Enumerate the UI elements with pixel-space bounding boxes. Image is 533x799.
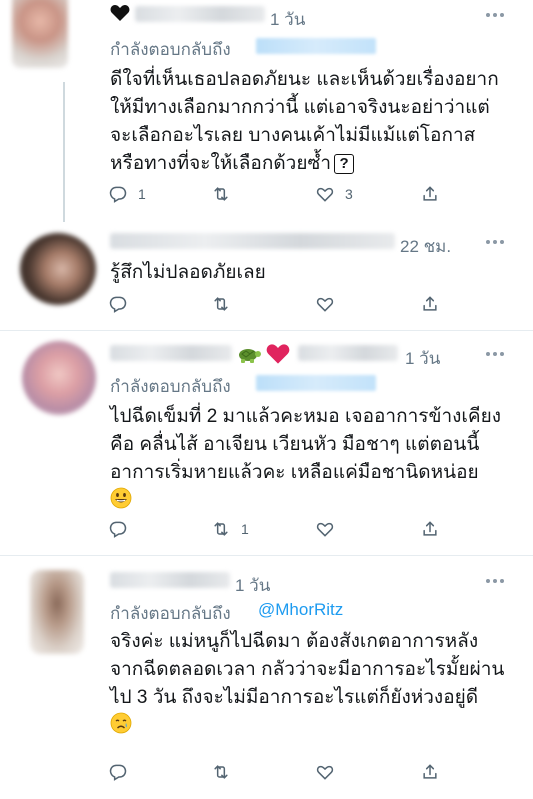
tweet-time[interactable]: 22 ชม.: [400, 233, 451, 260]
like-icon: [316, 297, 334, 312]
more-icon[interactable]: [486, 239, 506, 245]
tweet-time[interactable]: 1 วัน: [405, 345, 440, 372]
like-icon: [316, 187, 334, 202]
tweet[interactable]: 1 วัน กำลังตอบกลับถึง ไปฉีดเข็มที่ 2 มาแ…: [0, 331, 533, 555]
tweet-actions: 1 3: [108, 184, 448, 206]
retweet-icon: [214, 522, 228, 536]
like-icon: [316, 522, 334, 537]
more-icon[interactable]: [486, 578, 506, 584]
reply-icon: [109, 186, 127, 203]
display-name[interactable]: [135, 6, 265, 22]
share-button[interactable]: [420, 519, 440, 541]
like-button[interactable]: [315, 294, 335, 316]
share-button[interactable]: [420, 294, 440, 316]
tweet-actions: [108, 294, 448, 316]
more-icon[interactable]: [486, 351, 506, 357]
like-button[interactable]: 3: [315, 184, 353, 206]
avatar[interactable]: [22, 341, 96, 415]
share-icon: [423, 764, 437, 779]
reply-button[interactable]: [108, 519, 128, 541]
reply-button[interactable]: [108, 294, 128, 316]
retweet-button[interactable]: [211, 762, 231, 784]
retweet-count: 1: [241, 521, 249, 537]
like-button[interactable]: [315, 762, 335, 784]
tweet[interactable]: 1 วัน กำลังตอบกลับถึง ดีใจที่เห็นเธอปลอด…: [0, 0, 533, 225]
red-heart-icon: [266, 343, 290, 370]
display-name[interactable]: [110, 345, 232, 361]
reply-to-label: กำลังตอบกลับถึง: [110, 604, 231, 623]
tweet-body: จริงค่ะ แม่หนูก็ไปฉีดมา ต้องสังเกตอาการห…: [110, 628, 505, 743]
display-name[interactable]: [110, 233, 395, 249]
display-name[interactable]: [110, 572, 230, 588]
reply-to-mention[interactable]: [256, 375, 376, 391]
retweet-button[interactable]: [211, 294, 231, 316]
retweet-icon: [214, 297, 228, 311]
tweet[interactable]: 1 วัน กำลังตอบกลับถึง @MhorRitz จริงค่ะ …: [0, 556, 533, 799]
share-icon: [423, 521, 437, 536]
reply-icon: [109, 296, 127, 313]
retweet-button[interactable]: 1: [211, 519, 249, 541]
tweet-time[interactable]: 1 วัน: [270, 6, 305, 33]
like-button[interactable]: [315, 519, 335, 541]
reply-to-label: กำลังตอบกลับถึง: [110, 377, 231, 396]
share-icon: [423, 296, 437, 311]
question-box-icon: ?: [334, 153, 355, 174]
reply-to-mention[interactable]: @MhorRitz: [258, 600, 343, 620]
share-icon: [423, 186, 437, 201]
reply-to-label: กำลังตอบกลับถึง: [110, 40, 231, 59]
retweet-icon: [214, 765, 228, 779]
reply-button[interactable]: [108, 762, 128, 784]
grinning-face-icon: [110, 487, 132, 518]
avatar[interactable]: [20, 233, 96, 305]
more-icon[interactable]: [486, 12, 506, 18]
tweet-body: ดีใจที่เห็นเธอปลอดภัยนะ และเห็นด้วยเรื่อ…: [110, 69, 499, 174]
tweet-actions: 1: [108, 519, 448, 541]
tweet-actions: [108, 762, 448, 784]
reply-to-mention[interactable]: [256, 38, 376, 54]
like-icon: [316, 765, 334, 780]
reply-button[interactable]: 1: [108, 184, 146, 206]
black-heart-icon: [110, 4, 130, 27]
share-button[interactable]: [420, 762, 440, 784]
avatar[interactable]: [12, 0, 68, 68]
reply-icon: [109, 764, 127, 781]
crying-face-icon: [110, 712, 132, 743]
avatar[interactable]: [30, 570, 84, 654]
tweet-time[interactable]: 1 วัน: [235, 572, 270, 599]
thread-line: [63, 82, 65, 222]
turtle-icon: [236, 343, 262, 370]
tweet-body: รู้สึกไม่ปลอดภัยเลย: [110, 262, 266, 283]
username[interactable]: [298, 345, 398, 361]
reply-icon: [109, 521, 127, 538]
tweet-body: ไปฉีดเข็มที่ 2 มาแล้วคะหมอ เจออาการข้างเ…: [110, 403, 505, 518]
retweet-icon: [214, 187, 228, 201]
reply-count: 1: [138, 186, 146, 202]
retweet-button[interactable]: [211, 184, 231, 206]
tweet[interactable]: 22 ชม. รู้สึกไม่ปลอดภัยเลย: [0, 225, 533, 330]
share-button[interactable]: [420, 184, 440, 206]
like-count: 3: [345, 186, 353, 202]
